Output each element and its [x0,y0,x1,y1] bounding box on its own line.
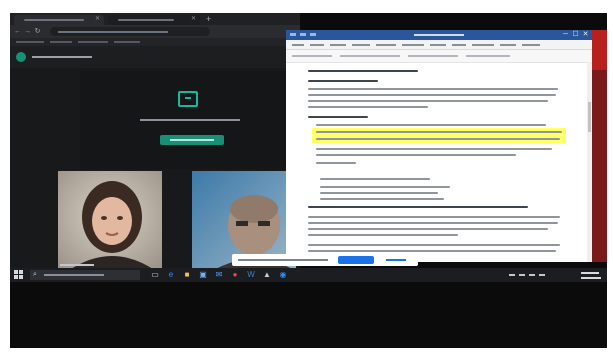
bullet-line [316,162,356,164]
address-bar-row: ← → ↻ [10,25,300,38]
redo-icon[interactable] [310,33,316,36]
ribbon-tab[interactable] [330,44,346,46]
ribbon-tab[interactable] [352,44,370,46]
bookmark-item[interactable] [114,41,140,43]
ribbon-tab[interactable] [376,44,396,46]
back-icon[interactable]: ← [14,28,21,35]
word-window: ─ ☐ ✕ [286,30,592,262]
stop-presenting-button[interactable] [160,135,224,145]
background-window [592,30,607,262]
ribbon-toolbar [286,50,592,63]
close-icon[interactable]: ✕ [581,31,590,39]
bullet-line [316,124,546,126]
browser-tab-1[interactable]: ✕ [14,15,104,25]
text-line [308,100,548,102]
store-icon[interactable]: ▣ [198,270,208,280]
meeting-header [10,46,300,68]
heading-line [308,80,378,82]
bullet-line [316,148,552,150]
search-icon: ⌕ [33,271,37,278]
bullet-line [316,138,560,140]
ribbon-tab[interactable] [310,44,324,46]
heading-line [308,116,368,118]
text-line [320,178,430,180]
text-line [320,198,444,200]
ribbon-tab[interactable] [430,44,446,46]
meeting-app-icon [16,52,26,62]
share-message [238,259,328,261]
windows-logo-icon[interactable] [14,270,24,280]
text-line [308,222,558,224]
browser-tab-bar: ✕ ✕ + [10,13,300,25]
text-line [308,106,428,108]
document-page[interactable] [308,66,570,256]
ribbon-tab[interactable] [452,44,466,46]
minimize-icon[interactable]: ─ [561,31,570,39]
text-line [308,94,556,96]
edge-icon[interactable]: e [166,270,176,280]
text-line [308,234,458,236]
taskbar-search[interactable]: ⌕ [30,270,140,280]
meeting-title [32,52,92,62]
close-icon[interactable]: ✕ [95,16,100,22]
toolbar-group[interactable] [292,55,332,57]
system-tray[interactable] [509,270,575,280]
bullet-line [316,131,562,133]
text-line [308,228,548,230]
participant-video [58,171,162,271]
undo-icon[interactable] [300,33,306,36]
text-line [320,186,450,188]
address-input[interactable] [50,27,210,36]
chrome-icon[interactable]: ● [230,270,240,280]
hide-button[interactable] [382,256,410,264]
bookmarks-bar [10,38,300,46]
heading-line [308,206,528,208]
screen-share-bar [232,254,418,266]
bullet-line [316,154,516,156]
task-view-icon[interactable]: ▭ [150,270,160,280]
zoom-icon[interactable]: ◉ [278,270,288,280]
close-icon[interactable]: ✕ [191,16,196,22]
maximize-icon[interactable]: ☐ [571,31,580,39]
presenting-panel [80,71,300,169]
bookmark-item[interactable] [50,41,72,43]
text-line [308,216,560,218]
ribbon-tab[interactable] [522,44,540,46]
clock[interactable] [579,269,603,281]
toolbar-group[interactable] [408,55,458,57]
screen: ✕ ✕ + ← → ↻ ─ ☐ ✕ ⌕ ▭ e ■ ▣ ✉ ● W ▲ ◉ [10,13,607,348]
toolbar-group[interactable] [340,55,400,57]
forward-icon[interactable]: → [24,28,31,35]
ribbon-tab[interactable] [472,44,494,46]
mail-icon[interactable]: ✉ [214,270,224,280]
toolbar-group[interactable] [466,55,510,57]
heading-line [308,70,418,72]
browser-window: ✕ ✕ + ← → ↻ [10,13,300,271]
presenting-message [140,117,240,123]
bookmark-item[interactable] [16,41,44,43]
text-line [320,192,438,194]
folder-icon[interactable]: ■ [182,270,192,280]
word-title-bar: ─ ☐ ✕ [286,30,592,40]
ribbon-tab[interactable] [292,44,304,46]
text-line [308,88,558,90]
new-tab-button[interactable]: + [206,15,214,24]
text-line [308,250,556,252]
bookmark-item[interactable] [78,41,108,43]
save-icon[interactable] [290,33,296,36]
photos-icon[interactable]: ▲ [262,270,272,280]
participant-tile [58,171,162,271]
text-line [308,244,560,246]
document-title [414,34,464,36]
present-screen-icon [178,91,198,107]
stop-sharing-button[interactable] [338,256,374,264]
taskbar: ⌕ ▭ e ■ ▣ ✉ ● W ▲ ◉ [10,268,607,282]
reload-icon[interactable]: ↻ [34,28,41,35]
ribbon-tab[interactable] [402,44,424,46]
ribbon-tabs [286,40,592,50]
word-icon[interactable]: W [246,270,256,280]
browser-tab-2[interactable]: ✕ [108,15,200,25]
ribbon-tab[interactable] [500,44,516,46]
